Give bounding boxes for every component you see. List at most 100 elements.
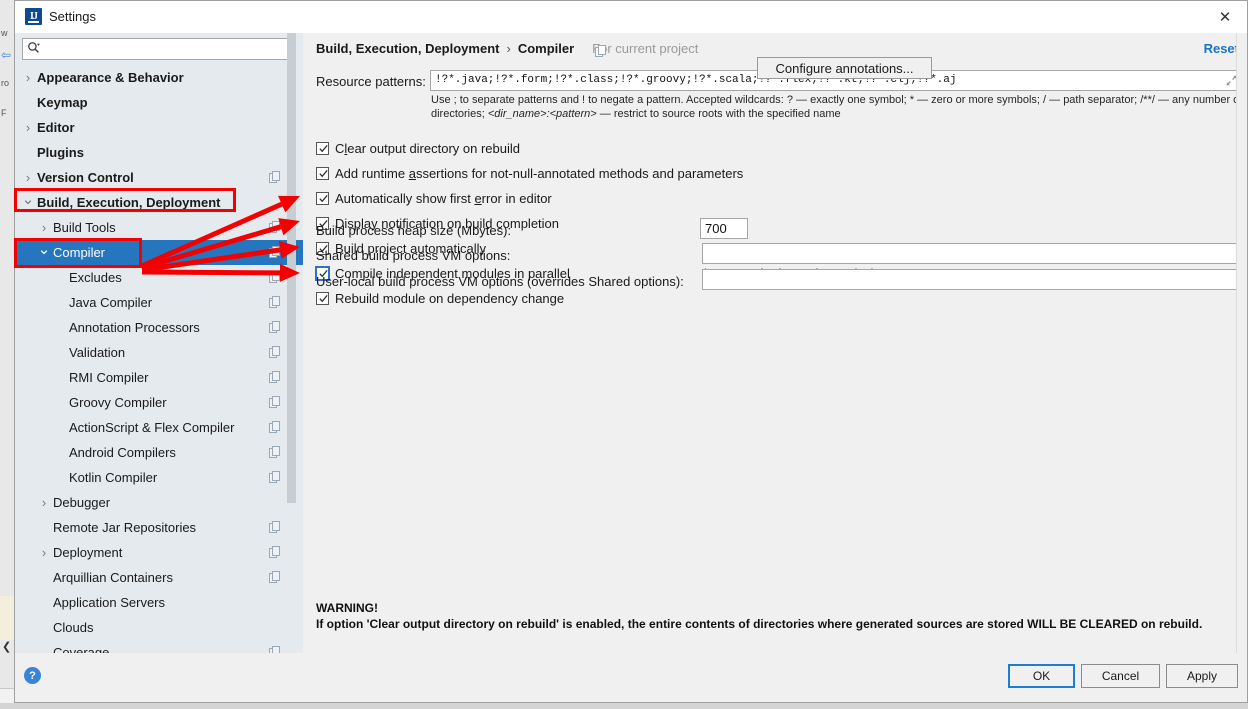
sidebar-item-build-tools[interactable]: › Build Tools: [15, 215, 303, 240]
breadcrumb-parent[interactable]: Build, Execution, Deployment: [316, 41, 499, 56]
sidebar-item-kotlin-compiler[interactable]: Kotlin Compiler: [15, 465, 303, 490]
sidebar-item-validation[interactable]: Validation: [15, 340, 303, 365]
sidebar-item-remote-jar-repositories[interactable]: Remote Jar Repositories: [15, 515, 303, 540]
chevron-right-icon[interactable]: ›: [21, 115, 35, 140]
copy-settings-icon[interactable]: [269, 371, 281, 383]
sidebar-item-label: Clouds: [53, 620, 94, 635]
copy-settings-icon[interactable]: [269, 396, 281, 408]
chevron-right-icon[interactable]: ›: [21, 65, 35, 90]
sidebar-item-appearance-behavior[interactable]: › Appearance & Behavior: [15, 65, 303, 90]
apply-button[interactable]: Apply: [1166, 664, 1238, 688]
sidebar-item-arquillian-containers[interactable]: Arquillian Containers: [15, 565, 303, 590]
heap-size-label: Build process heap size (Mbytes):: [316, 223, 512, 238]
copy-settings-icon[interactable]: [269, 546, 281, 558]
sidebar-item-deployment[interactable]: › Deployment: [15, 540, 303, 565]
warning-title: WARNING!: [316, 601, 378, 615]
sidebar-item-label: Deployment: [53, 545, 123, 560]
settings-content: Build, Execution, Deployment › Compiler For…: [309, 33, 1247, 653]
ok-button[interactable]: OK: [1008, 664, 1075, 688]
sidebar-item-version-control[interactable]: › Version Control: [15, 165, 303, 190]
sidebar-item-java-compiler[interactable]: Java Compiler: [15, 290, 303, 315]
configure-annotations-button[interactable]: Configure annotations...: [757, 57, 932, 79]
sidebar-item-label: Plugins: [37, 145, 84, 160]
chevron-right-icon[interactable]: ›: [37, 540, 51, 565]
sidebar-item-coverage[interactable]: Coverage: [15, 640, 303, 653]
heap-size-input[interactable]: 700: [700, 218, 748, 239]
sidebar-item-android-compilers[interactable]: Android Compilers: [15, 440, 303, 465]
search-input[interactable]: [22, 38, 295, 60]
check-icon: [319, 194, 328, 203]
breadcrumb: Build, Execution, Deployment › Compiler For…: [316, 41, 698, 56]
sidebar-item-label: Application Servers: [53, 595, 165, 610]
user-vm-options-label: User-local build process VM options (ove…: [316, 274, 684, 289]
highlight-compiler: [14, 238, 142, 268]
sidebar-item-label: Debugger: [53, 495, 111, 510]
sidebar-item-clouds[interactable]: Clouds: [15, 615, 303, 640]
sidebar-item-label: Excludes: [69, 270, 122, 285]
warning-message: WARNING! If option 'Clear output directo…: [316, 600, 1226, 632]
sidebar-item-label: Coverage: [53, 645, 110, 653]
chevron-right-icon[interactable]: ›: [21, 165, 35, 190]
copy-settings-icon[interactable]: [269, 521, 281, 533]
sidebar-item-debugger[interactable]: › Debugger: [15, 490, 303, 515]
copy-settings-icon[interactable]: [269, 221, 281, 233]
breadcrumb-separator: ›: [506, 41, 511, 56]
copy-settings-icon[interactable]: [269, 321, 281, 333]
chevron-right-icon[interactable]: ›: [37, 215, 51, 240]
chevron-right-icon[interactable]: ›: [37, 490, 51, 515]
label-part: ear output directory on rebuild: [347, 141, 520, 156]
sidebar-scrollbar-thumb[interactable]: [287, 33, 296, 503]
copy-settings-icon[interactable]: [269, 171, 281, 183]
sidebar-item-annotation-processors[interactable]: Annotation Processors: [15, 315, 303, 340]
sidebar-item-label: Build Tools: [53, 220, 116, 235]
checkbox-clear-output-directory-on[interactable]: [316, 142, 329, 155]
sidebar-item-plugins[interactable]: Plugins: [15, 140, 303, 165]
copy-settings-icon[interactable]: [269, 646, 281, 653]
sidebar-item-label: Groovy Compiler: [69, 395, 167, 410]
sidebar-item-groovy-compiler[interactable]: Groovy Compiler: [15, 390, 303, 415]
sidebar-item-application-servers[interactable]: Application Servers: [15, 590, 303, 615]
copy-settings-icon[interactable]: [269, 446, 281, 458]
checkbox-automatically-show-first-error[interactable]: [316, 192, 329, 205]
copy-settings-icon[interactable]: [269, 271, 281, 283]
copy-settings-icon[interactable]: [269, 571, 281, 583]
resource-patterns-hint: Use ; to separate patterns and ! to nega…: [431, 93, 1248, 121]
ide-back-arrow-icon: ⇦: [1, 48, 12, 62]
content-scrollbar[interactable]: [1236, 33, 1247, 653]
shared-vm-options-input[interactable]: [702, 243, 1243, 264]
copy-settings-icon[interactable]: [269, 346, 281, 358]
close-icon[interactable]: ✕: [1203, 1, 1247, 32]
copy-settings-icon[interactable]: [269, 246, 281, 258]
sidebar-item-excludes[interactable]: Excludes: [15, 265, 303, 290]
check-icon: [319, 294, 328, 303]
help-button[interactable]: ?: [24, 667, 41, 684]
cancel-button[interactable]: Cancel: [1081, 664, 1160, 688]
for-current-project-label: For current project: [592, 41, 699, 56]
user-vm-options-input[interactable]: [702, 269, 1243, 290]
sidebar-item-rmi-compiler[interactable]: RMI Compiler: [15, 365, 303, 390]
ide-bottom-strip: [0, 703, 1248, 709]
search-icon: [28, 42, 40, 53]
sidebar-item-label: Keymap: [37, 95, 88, 110]
copy-settings-icon[interactable]: [269, 421, 281, 433]
copy-settings-icon[interactable]: [595, 45, 607, 57]
sidebar-item-actionscript-flex-compiler[interactable]: ActionScript & Flex Compiler: [15, 415, 303, 440]
copy-settings-icon[interactable]: [269, 471, 281, 483]
checkbox-add-runtime-assertions-for[interactable]: [316, 167, 329, 180]
label-mnemonic: a: [408, 166, 416, 181]
label-part: Add runtime: [335, 166, 409, 181]
sidebar-item-label: Annotation Processors: [69, 320, 200, 335]
checkbox-rebuild-module-on-dependency[interactable]: [316, 292, 329, 305]
sidebar-item-label: Remote Jar Repositories: [53, 520, 197, 535]
reset-link[interactable]: Reset: [1204, 41, 1239, 56]
sidebar-item-keymap[interactable]: Keymap: [15, 90, 303, 115]
sidebar-scrollbar[interactable]: [287, 33, 296, 653]
warning-body: If option 'Clear output directory on reb…: [316, 617, 1203, 631]
label-part: rror in editor: [481, 191, 552, 206]
shared-vm-options-label: Shared build process VM options:: [316, 248, 511, 263]
sidebar-item-editor[interactable]: › Editor: [15, 115, 303, 140]
settings-dialog: IJ Settings ✕ › Appearance & Behavior Keym…: [14, 0, 1248, 703]
copy-settings-icon[interactable]: [269, 296, 281, 308]
settings-tree[interactable]: › Appearance & Behavior Keymap › Editor Plugi…: [15, 65, 303, 653]
sidebar-item-label: Java Compiler: [69, 295, 153, 310]
